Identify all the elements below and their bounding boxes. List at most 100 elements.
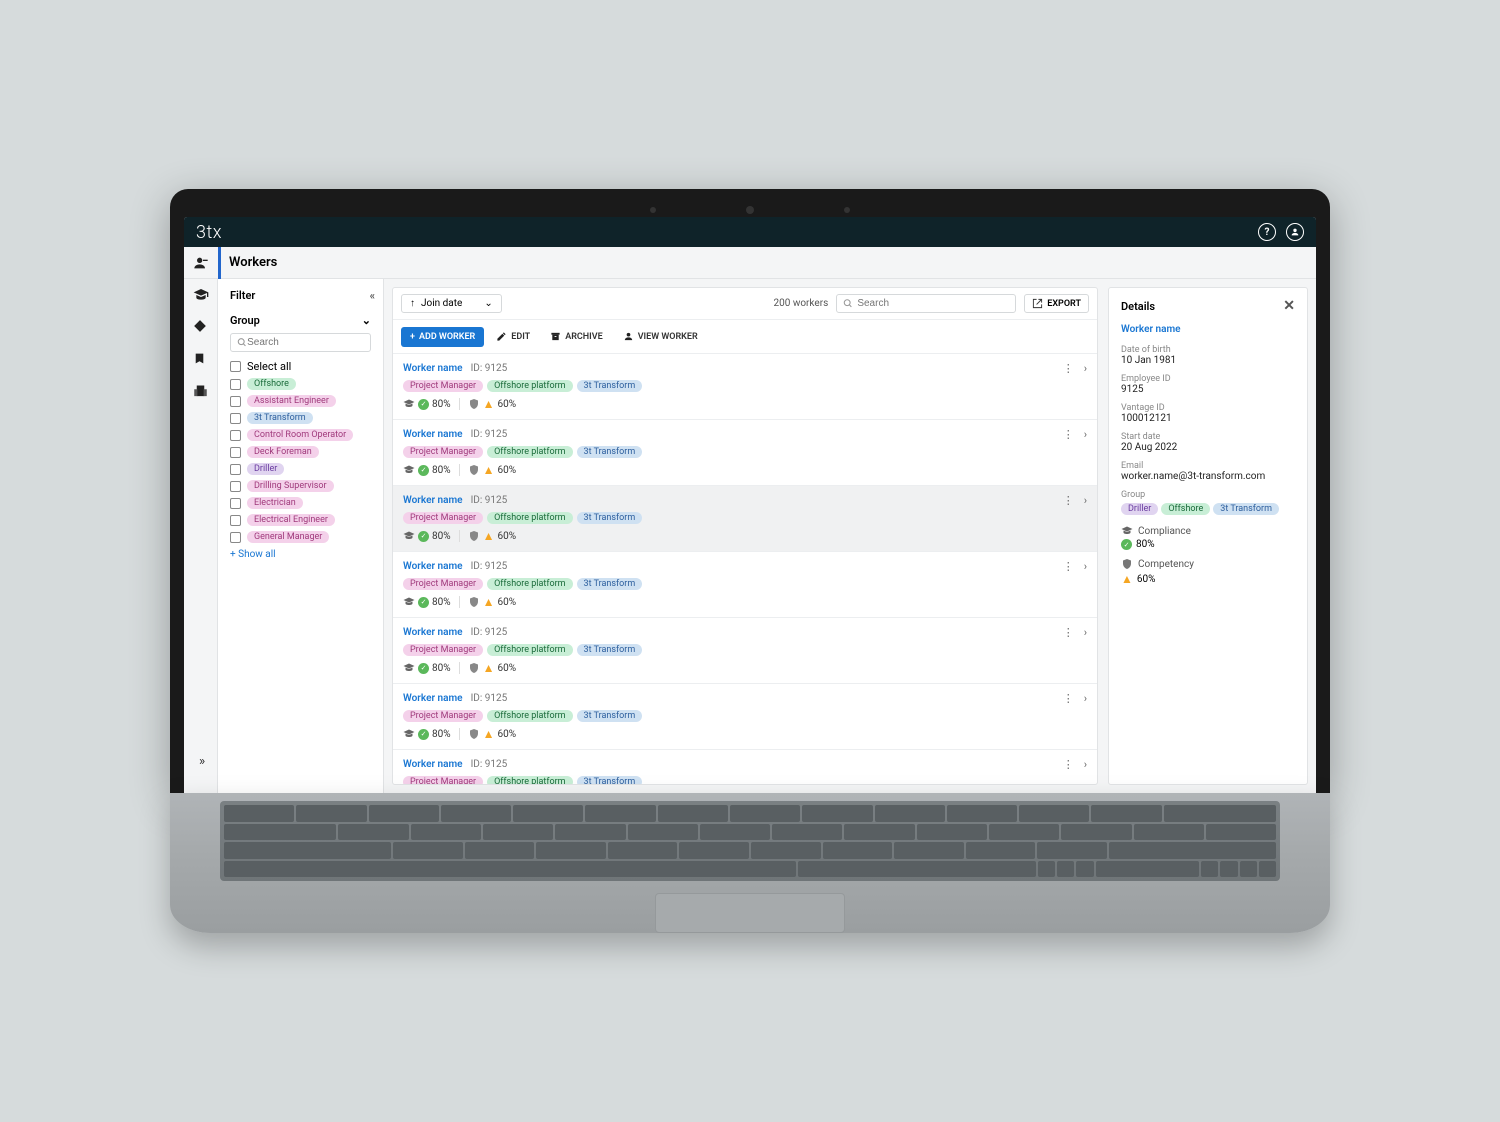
checkbox-icon[interactable] [230,498,241,509]
shield-icon [1121,558,1133,570]
filter-search[interactable] [230,333,371,352]
worker-name-link[interactable]: Worker name [403,627,463,638]
worker-name-link[interactable]: Worker name [403,429,463,440]
worker-row[interactable]: Worker nameID: 9125⋮›Project ManagerOffs… [393,354,1097,420]
checkbox-icon[interactable] [230,515,241,526]
filter-title: Filter [230,289,255,302]
account-icon[interactable] [1286,223,1304,241]
worker-row[interactable]: Worker nameID: 9125⋮›Project ManagerOffs… [393,552,1097,618]
view-worker-button[interactable]: VIEW WORKER [615,326,706,347]
detail-field-value: 9125 [1121,384,1295,395]
worker-name-link[interactable]: Worker name [403,693,463,704]
more-icon[interactable]: ⋮ [1063,692,1074,705]
export-button[interactable]: EXPORT [1024,294,1089,313]
filter-item[interactable]: Electrical Engineer [230,514,371,526]
chevron-right-icon[interactable]: › [1084,626,1087,639]
archive-button[interactable]: ARCHIVE [542,326,611,347]
more-icon[interactable]: ⋮ [1063,758,1074,771]
chevron-right-icon[interactable]: › [1084,560,1087,573]
topbar: 3tx ? [184,217,1316,247]
chevron-right-icon[interactable]: › [1084,362,1087,375]
tag-pill: 3t Transform [577,578,643,590]
list-search-input[interactable] [857,298,1009,309]
worker-id: ID: 9125 [471,693,508,704]
filter-item[interactable]: Electrician [230,497,371,509]
filter-item[interactable]: Control Room Operator [230,429,371,441]
checkbox-icon[interactable] [230,379,241,390]
sort-button[interactable]: ↑ Join date ⌄ [401,294,502,313]
filter-item[interactable]: Assistant Engineer [230,395,371,407]
filter-select-all[interactable]: Select all [230,360,371,373]
chevron-right-icon[interactable]: › [1084,428,1087,441]
worker-name-link[interactable]: Worker name [403,495,463,506]
help-icon[interactable]: ? [1258,223,1276,241]
filter-item[interactable]: Drilling Supervisor [230,480,371,492]
filter-panel: Filter « Group ⌄ Select all OffshoreAssi… [218,279,384,793]
tag-pill: Project Manager [403,512,483,524]
chevron-right-icon[interactable]: › [1084,758,1087,771]
graduation-icon[interactable] [193,287,209,303]
checkbox-icon[interactable] [230,396,241,407]
worker-name-link[interactable]: Worker name [403,561,463,572]
checkbox-icon[interactable] [230,430,241,441]
worker-id: ID: 9125 [471,363,508,374]
chevron-down-icon[interactable]: ⌄ [362,314,371,327]
more-icon[interactable]: ⋮ [1063,494,1074,507]
group-pill: Electrician [247,497,303,509]
warning-icon: ▲ [483,661,495,675]
details-panel: Details ✕ Worker name Date of birth10 Ja… [1108,287,1308,785]
checkbox-icon[interactable] [230,481,241,492]
person-icon [623,331,634,342]
list-search[interactable] [836,294,1016,313]
check-icon: ✓ [1121,539,1132,550]
worker-row[interactable]: Worker nameID: 9125⋮›Project ManagerOffs… [393,750,1097,784]
chevron-right-icon[interactable]: › [1084,692,1087,705]
more-icon[interactable]: ⋮ [1063,362,1074,375]
collapse-filter-icon[interactable]: « [370,289,371,302]
filter-item[interactable]: Deck Foreman [230,446,371,458]
group-pill: Driller [247,463,284,475]
add-worker-button[interactable]: + ADD WORKER [401,327,484,347]
check-icon: ✓ [418,597,429,608]
diamond-icon[interactable] [193,319,209,335]
filter-item[interactable]: 3t Transform [230,412,371,424]
chevron-right-icon[interactable]: › [1084,494,1087,507]
more-icon[interactable]: ⋮ [1063,560,1074,573]
search-icon [843,298,853,309]
check-icon: ✓ [418,531,429,542]
filter-show-all[interactable]: + Show all [230,549,276,560]
filter-search-input[interactable] [247,337,364,348]
checkbox-icon[interactable] [230,532,241,543]
person-minus-icon[interactable] [193,255,209,271]
expand-rail-icon[interactable]: » [199,754,202,769]
tag-pill: 3t Transform [577,710,643,722]
detail-field-label: Vantage ID [1121,403,1295,413]
detail-field-value: 10 Jan 1981 [1121,355,1295,366]
edit-button[interactable]: EDIT [488,326,538,347]
worker-row[interactable]: Worker nameID: 9125⋮›Project ManagerOffs… [393,684,1097,750]
worker-name-link[interactable]: Worker name [403,759,463,770]
checkbox-icon[interactable] [230,464,241,475]
checkbox-icon[interactable] [230,413,241,424]
close-details-icon[interactable]: ✕ [1283,298,1295,314]
more-icon[interactable]: ⋮ [1063,626,1074,639]
worker-row[interactable]: Worker nameID: 9125⋮›Project ManagerOffs… [393,420,1097,486]
tag-pill: 3t Transform [577,512,643,524]
tag-pill: Offshore platform [487,710,572,722]
group-pill: Driller [1121,503,1158,515]
filter-item[interactable]: General Manager [230,531,371,543]
worker-row[interactable]: Worker nameID: 9125⋮›Project ManagerOffs… [393,618,1097,684]
building-icon[interactable] [193,383,209,399]
details-worker-name[interactable]: Worker name [1121,324,1295,335]
tag-pill: Offshore platform [487,776,572,784]
worker-name-link[interactable]: Worker name [403,363,463,374]
worker-row[interactable]: Worker nameID: 9125⋮›Project ManagerOffs… [393,486,1097,552]
filter-item[interactable]: Offshore [230,378,371,390]
bookmark-icon[interactable] [193,351,209,367]
checkbox-icon[interactable] [230,361,241,372]
detail-field-label: Employee ID [1121,374,1295,384]
more-icon[interactable]: ⋮ [1063,428,1074,441]
filter-item[interactable]: Driller [230,463,371,475]
shield-icon [468,662,480,674]
checkbox-icon[interactable] [230,447,241,458]
